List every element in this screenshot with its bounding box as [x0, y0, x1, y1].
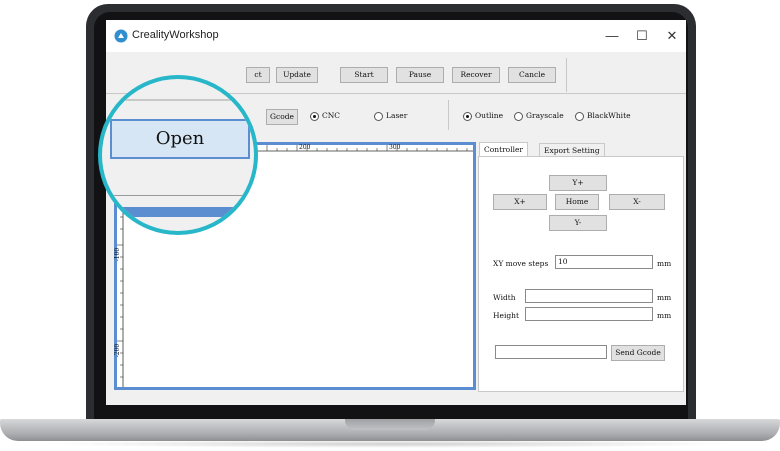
mode-divider: [448, 100, 449, 130]
ruler-top-label-200: 200: [299, 144, 311, 151]
zoom-magnifier: Open: [98, 75, 258, 235]
height-label: Height: [493, 311, 520, 320]
home-button[interactable]: Home: [555, 194, 599, 210]
y-plus-button[interactable]: Y+: [549, 175, 607, 191]
ruler-left-label-200: -200: [114, 343, 122, 358]
laser-radio[interactable]: [374, 112, 383, 121]
width-label: Width: [493, 293, 516, 302]
gcode-input[interactable]: [495, 345, 607, 359]
x-minus-button[interactable]: X-: [609, 194, 665, 210]
pause-button[interactable]: Pause: [396, 67, 444, 83]
outline-label: Outline: [475, 111, 504, 120]
cnc-radio[interactable]: [310, 112, 319, 121]
controller-panel: Y+ X+ Home X- Y- XY move steps 10 mm Wid…: [478, 156, 684, 392]
grayscale-label: Grayscale: [526, 111, 564, 120]
magnified-divider: [102, 99, 254, 101]
recover-button[interactable]: Recover: [452, 67, 500, 83]
blackwhite-label: BlackWhite: [587, 111, 631, 120]
tab-export-setting[interactable]: Export Setting: [539, 143, 605, 157]
start-button[interactable]: Start: [340, 67, 388, 83]
ruler-top-label-300: 300: [389, 144, 401, 151]
open-button[interactable]: Open: [110, 119, 250, 159]
laptop-shadow: [40, 440, 740, 448]
height-unit: mm: [657, 311, 672, 320]
width-input[interactable]: [525, 289, 653, 303]
laser-label: Laser: [386, 111, 408, 120]
export-gcode-button[interactable]: Gcode: [266, 109, 298, 125]
xy-steps-unit: mm: [657, 259, 672, 268]
close-button[interactable]: ✕: [654, 24, 686, 48]
grayscale-radio[interactable]: [514, 112, 523, 121]
cnc-label: CNC: [322, 111, 341, 120]
width-unit: mm: [657, 293, 672, 302]
laptop-notch: [345, 419, 435, 430]
creality-logo-icon: [114, 29, 128, 43]
window-title: CrealityWorkshop: [132, 29, 219, 41]
blackwhite-radio[interactable]: [575, 112, 584, 121]
tab-controller[interactable]: Controller: [479, 142, 529, 157]
send-gcode-button[interactable]: Send Gcode: [611, 345, 665, 361]
xy-steps-input[interactable]: 10: [555, 255, 653, 269]
select-button[interactable]: ct: [246, 67, 270, 83]
ruler-left-label-100: -100: [114, 247, 122, 262]
update-button[interactable]: Update: [276, 67, 318, 83]
height-input[interactable]: [525, 307, 653, 321]
xy-steps-label: XY move steps: [493, 259, 549, 268]
cancel-button[interactable]: Cancle: [508, 67, 556, 83]
toolbar-divider: [566, 58, 567, 92]
outline-radio[interactable]: [463, 112, 472, 121]
title-bar: CrealityWorkshop — ☐ ✕: [106, 20, 686, 52]
x-plus-button[interactable]: X+: [493, 194, 547, 210]
magnified-canvas-edge: [102, 207, 254, 217]
y-minus-button[interactable]: Y-: [549, 215, 607, 231]
magnified-line: [102, 195, 254, 196]
